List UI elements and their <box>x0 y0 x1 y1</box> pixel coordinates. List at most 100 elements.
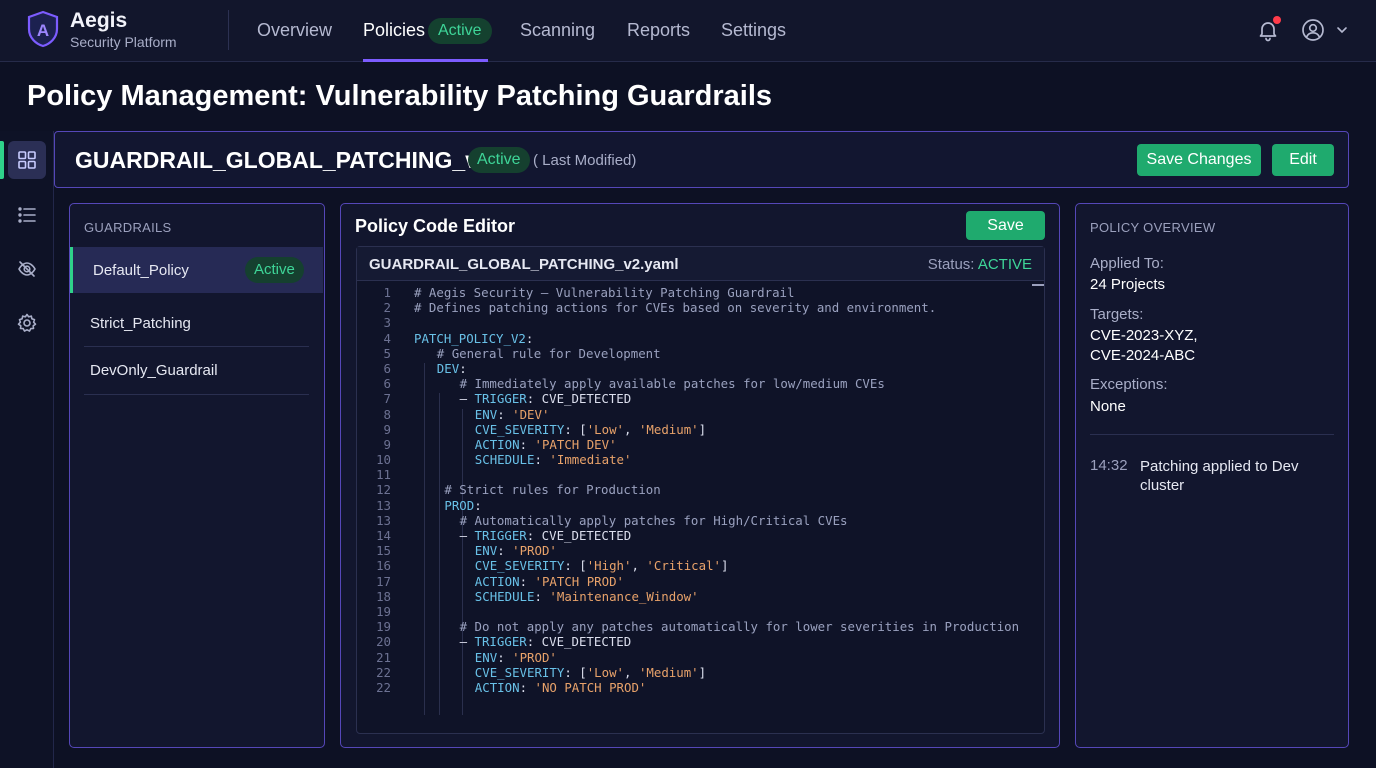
nav-tab-settings[interactable]: Settings <box>721 0 786 62</box>
code-token: – <box>459 391 475 407</box>
line-number: 5 <box>383 345 391 361</box>
code-string: 'PATCH DEV' <box>534 436 617 452</box>
code-token: : <box>534 588 550 604</box>
code-line: 8 ENV: 'DEV' <box>357 407 1032 422</box>
line-number: 8 <box>383 406 391 422</box>
code-token: : CVE_DETECTED <box>526 391 632 407</box>
chevron-down-icon[interactable] <box>1336 24 1348 36</box>
code-text: SCHEDULE: 'Maintenance_Window' <box>475 589 699 604</box>
exceptions-value: None <box>1090 398 1126 415</box>
code-token: ] <box>698 421 707 437</box>
edit-button[interactable]: Edit <box>1272 144 1334 176</box>
code-text: – TRIGGER: CVE_DETECTED <box>460 391 632 406</box>
code-comment: # Defines patching actions for CVEs base… <box>414 300 937 316</box>
code-key: ENV <box>474 543 498 559</box>
guardrail-item-devonly[interactable]: DevOnly_Guardrail <box>70 347 323 393</box>
code-token: : <box>497 406 513 422</box>
code-line: 10 SCHEDULE: 'Immediate' <box>357 452 1032 467</box>
code-token: : <box>459 360 467 376</box>
shield-logo-icon[interactable]: A <box>26 10 60 48</box>
code-key: TRIGGER <box>474 391 527 407</box>
code-key: SCHEDULE <box>474 588 535 604</box>
code-token: – <box>459 634 475 650</box>
line-number: 9 <box>383 421 391 437</box>
line-number: 22 <box>376 679 391 695</box>
code-token: : <box>534 452 550 468</box>
line-number: 4 <box>383 330 391 346</box>
overview-panel-label: POLICY OVERVIEW <box>1090 220 1216 235</box>
file-status-label: Status: <box>927 256 975 273</box>
code-text: ACTION: 'PATCH DEV' <box>475 437 617 452</box>
exceptions-label: Exceptions: <box>1090 376 1168 393</box>
code-line: 19 # Do not apply any patches automatical… <box>357 619 1032 634</box>
line-number: 19 <box>376 619 391 635</box>
file-status-value: ACTIVE <box>977 256 1032 273</box>
code-string: 'PATCH PROD' <box>534 573 625 589</box>
code-text: # Aegis Security – Vulnerability Patchin… <box>414 285 794 300</box>
rail-item-dashboard[interactable] <box>8 141 46 179</box>
code-line: 15 ENV: 'PROD' <box>357 543 1032 558</box>
code-key: PROD <box>444 497 475 513</box>
code-line: 3 <box>357 315 1032 330</box>
code-key: ACTION <box>474 436 520 452</box>
nav-tab-scanning[interactable]: Scanning <box>520 0 595 62</box>
guardrail-item-label: Strict_Patching <box>90 315 191 332</box>
code-text: DEV: <box>437 361 467 376</box>
user-circle-icon[interactable] <box>1301 18 1325 42</box>
page-title: Policy Management: Vulnerability Patchin… <box>27 80 773 112</box>
code-line: 22 ACTION: 'NO PATCH PROD' <box>357 680 1032 695</box>
rail-item-settings[interactable] <box>8 304 46 342</box>
code-string: 'Low' <box>586 664 625 680</box>
code-text: ENV: 'PROD' <box>475 650 557 665</box>
code-editor-panel: Policy Code Editor Save GUARDRAIL_GLOBAL… <box>340 203 1060 748</box>
code-token: : <box>525 330 534 346</box>
top-nav-bar: A Aegis Security Platform Overview Polic… <box>0 0 1376 62</box>
code-string: 'PROD' <box>512 649 557 665</box>
guardrail-item-label: DevOnly_Guardrail <box>90 362 218 379</box>
code-key: SCHEDULE <box>474 452 535 468</box>
code-line: 2 # Defines patching actions for CVEs bas… <box>357 300 1032 315</box>
code-key: TRIGGER <box>474 528 527 543</box>
code-text: PATCH_POLICY_V2: <box>414 331 533 346</box>
line-number: 2 <box>383 300 391 316</box>
editor-file-name: GUARDRAIL_GLOBAL_PATCHING_v2.yaml <box>369 256 679 273</box>
code-line: 13 # Automatically apply patches for High… <box>357 513 1032 528</box>
code-text: # General rule for Development <box>437 346 661 361</box>
line-number: 13 <box>376 512 391 528</box>
code-string: 'NO PATCH PROD' <box>534 679 647 695</box>
nav-tab-overview[interactable]: Overview <box>257 0 332 62</box>
code-token: : [ <box>564 664 587 680</box>
rail-item-visibility[interactable] <box>8 250 46 288</box>
list-icon <box>18 207 36 223</box>
code-key: TRIGGER <box>474 634 527 650</box>
rail-active-marker <box>0 141 4 179</box>
line-number: 6 <box>383 376 391 392</box>
code-token: : CVE_DETECTED <box>526 528 632 543</box>
code-string: 'DEV' <box>512 406 550 422</box>
rail-item-list[interactable] <box>8 196 46 234</box>
code-string: 'Maintenance_Window' <box>549 588 699 604</box>
code-text: ENV: 'DEV' <box>475 407 550 422</box>
code-token: : <box>497 543 513 559</box>
editor-scrollbar[interactable] <box>1032 284 1044 286</box>
editor-save-button[interactable]: Save <box>966 211 1045 240</box>
save-changes-button[interactable]: Save Changes <box>1137 144 1261 176</box>
line-number: 21 <box>376 649 391 665</box>
brand-name: Aegis <box>70 9 128 32</box>
line-number: 10 <box>376 452 391 468</box>
code-text: # Immediately apply available patches fo… <box>460 376 885 391</box>
code-line: 22 CVE_SEVERITY: ['Low', 'Medium'] <box>357 665 1032 680</box>
grid-icon <box>18 151 36 169</box>
code-line: 11 <box>357 467 1032 482</box>
guardrail-item-default-policy[interactable]: Default_Policy Active <box>70 247 323 293</box>
line-number: 1 <box>383 285 391 300</box>
nav-tab-reports[interactable]: Reports <box>627 0 690 62</box>
code-line: 19 <box>357 604 1032 619</box>
guardrails-panel: GUARDRAILS Default_Policy Active Strict_… <box>69 203 325 748</box>
nav-divider <box>228 10 229 50</box>
code-token: , <box>624 664 639 680</box>
code-line: 16 CVE_SEVERITY: ['High', 'Critical'] <box>357 558 1032 573</box>
code-editor[interactable]: GUARDRAIL_GLOBAL_PATCHING_v2.yaml Status… <box>356 246 1045 734</box>
code-token: – <box>459 528 475 543</box>
guardrail-item-strict-patching[interactable]: Strict_Patching <box>70 300 323 346</box>
